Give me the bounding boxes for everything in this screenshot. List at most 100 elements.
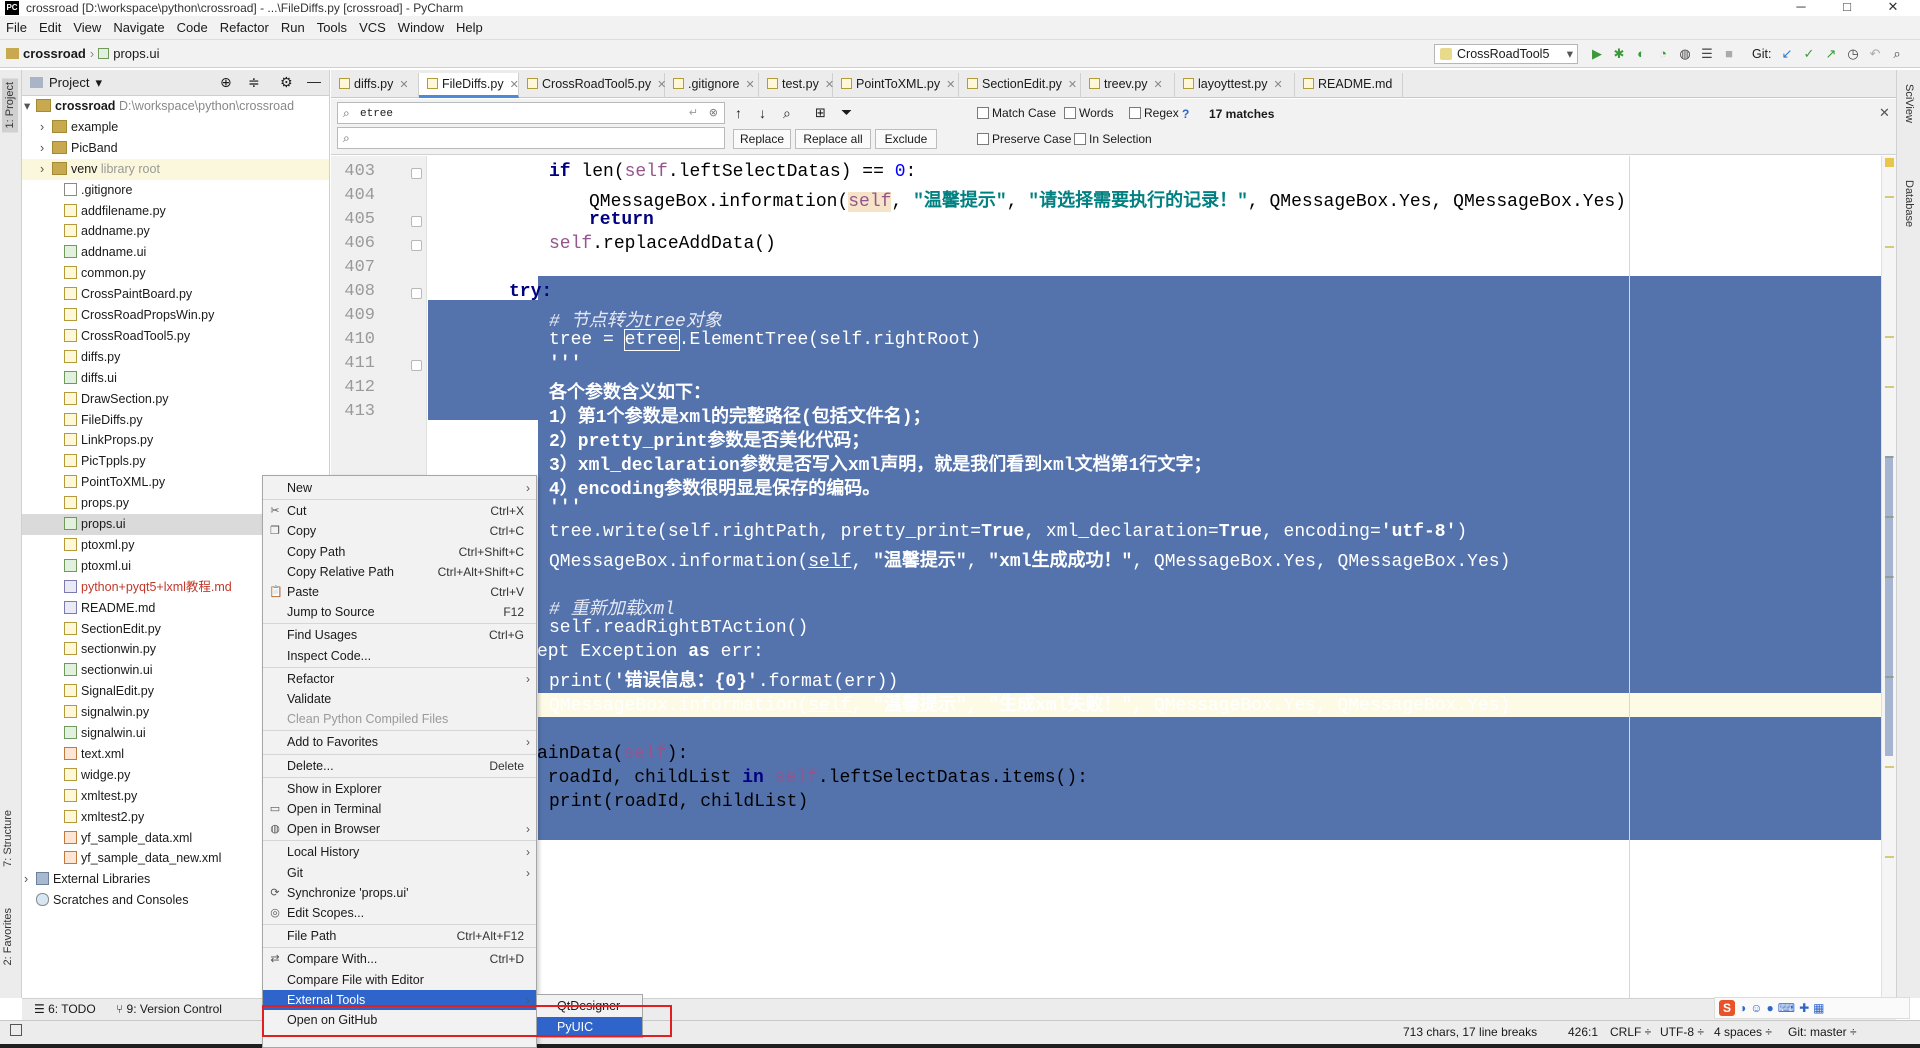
status-indent[interactable]: 4 spaces ÷ [1714,1025,1772,1039]
fold-marker[interactable] [411,360,422,371]
tree-item[interactable]: › example [22,117,329,138]
menu-item-new[interactable]: New › [263,478,536,498]
menu-view[interactable]: View [67,20,107,35]
tree-item[interactable]: › venv library root [22,158,329,180]
close-tab-icon[interactable]: ✕ [1154,79,1163,91]
chevron-down-icon[interactable]: ▾ [95,75,102,91]
exclude-button[interactable]: Exclude [875,129,937,149]
tab--gitignore[interactable]: .gitignore ✕ [665,73,759,98]
breadcrumb-project[interactable]: crossroad [23,46,86,61]
close-tab-icon[interactable]: ✕ [1273,79,1282,91]
preserve-case-checkbox[interactable]: Preserve Case [977,132,1071,146]
filter-icon[interactable]: ⏷ [841,104,852,121]
close-tab-icon[interactable]: ✕ [510,79,519,91]
menu-item-copy-path[interactable]: Copy Path Ctrl+Shift+C [263,542,536,562]
menu-tools[interactable]: Tools [311,20,353,35]
collapse-icon[interactable]: ≑ [248,74,260,91]
tool-tab-favorites[interactable]: 2: Favorites [2,908,14,965]
breadcrumb-file[interactable]: props.ui [113,46,159,61]
next-occurrence-icon[interactable]: ↓ [759,105,766,121]
git-push-icon[interactable]: ↗ [1820,46,1842,62]
chevron-right-icon[interactable]: › [40,138,52,159]
tab-diffs-py[interactable]: diffs.py ✕ [331,73,419,98]
menu-item-paste[interactable]: 📋 Paste Ctrl+V [263,582,536,602]
tree-item[interactable]: addfilename.py [22,201,329,222]
coverage-icon[interactable]: ◐ [1630,46,1652,62]
tree-item[interactable]: DrawSection.py [22,389,329,410]
tab-treev-py[interactable]: treev.py ✕ [1081,73,1175,98]
menu-window[interactable]: Window [392,20,450,35]
close-tab-icon[interactable]: ✕ [1068,79,1077,91]
project-view-selector[interactable]: Project [49,75,89,90]
menu-item-open-in-terminal[interactable]: ▭ Open in Terminal [263,799,536,819]
fold-marker[interactable] [411,216,422,227]
locate-icon[interactable]: ⊕ [220,74,232,91]
menu-item-copy-relative-path[interactable]: Copy Relative Path Ctrl+Alt+Shift+C [263,562,536,582]
tool-tab-version-control[interactable]: ⑂ 9: Version Control [116,1002,222,1016]
list-icon[interactable]: ☰ [1696,46,1718,62]
search-input[interactable]: ⌕ etree ↵ ⊗ [337,102,725,124]
close-button[interactable]: ✕ [1870,0,1916,16]
match-case-checkbox[interactable]: Match Case [977,106,1056,120]
tab-readme-md[interactable]: README.md [1295,73,1403,98]
close-find-icon[interactable]: ✕ [1879,105,1890,121]
tree-root-crossroad[interactable]: ▾ crossroad D:\workspace\python\crossroad [22,96,329,117]
menu-navigate[interactable]: Navigate [107,20,170,35]
tool-tab-sciview[interactable]: SciView [1903,84,1915,123]
menu-help[interactable]: Help [450,20,489,35]
chevron-right-icon[interactable]: › [24,869,36,890]
tab-pointtoxml-py[interactable]: PointToXML.py ✕ [833,73,959,98]
menu-item-jump-to-source[interactable]: Jump to Source F12 [263,602,536,622]
menu-run[interactable]: Run [275,20,311,35]
menu-item-cut[interactable]: ✂ Cut Ctrl+X [263,501,536,521]
tree-item[interactable]: LinkProps.py [22,430,329,451]
menu-item-local-history[interactable]: Local History › [263,842,536,862]
chevron-down-icon[interactable]: ▾ [24,96,36,117]
git-commit-icon[interactable]: ✓ [1798,46,1820,62]
find-all-icon[interactable]: ⌕ [783,105,791,122]
hide-icon[interactable]: — [307,73,321,89]
menu-refactor[interactable]: Refactor [214,20,275,35]
gear-icon[interactable]: ⚙ [280,74,293,91]
tool-tab-structure[interactable]: 7: Structure [2,810,14,867]
words-checkbox[interactable]: Words [1064,106,1113,120]
tab-crossroadtool5-py[interactable]: CrossRoadTool5.py ✕ [519,73,666,98]
tree-item[interactable]: › PicBand [22,138,329,159]
replace-all-button[interactable]: Replace all [795,129,871,149]
git-update-icon[interactable]: ↙ [1776,46,1798,62]
history-icon[interactable]: ◷ [1842,46,1864,62]
menu-item-git[interactable]: Git › [263,863,536,883]
debug-icon[interactable]: ✱ [1608,46,1630,62]
menu-item-edit-scopes[interactable]: ◎ Edit Scopes... [263,903,536,923]
layout-icon[interactable] [10,1024,22,1036]
tab-filediffs-py[interactable]: FileDiffs.py ✕ [419,73,519,98]
tree-item[interactable]: common.py [22,263,329,284]
menu-item-show-in-explorer[interactable]: Show in Explorer [263,779,536,799]
previous-occurrence-icon[interactable]: ↑ [735,105,742,121]
clear-search-icon[interactable]: ⊗ [709,103,718,123]
tool-tab-todo[interactable]: ☰ 6: TODO [34,1002,96,1016]
minimize-button[interactable]: ─ [1778,0,1824,16]
run-config-dropdown[interactable]: CrossRoadTool5 ▾ [1434,44,1578,64]
tree-item[interactable]: addname.py [22,221,329,242]
newline-icon[interactable]: ↵ [689,103,698,123]
rollback-icon[interactable]: ↶ [1864,46,1886,62]
close-tab-icon[interactable]: ✕ [399,79,408,91]
menu-item-compare-file-with-editor[interactable]: Compare File with Editor [263,970,536,990]
tree-item[interactable]: addname.ui [22,242,329,263]
tree-item[interactable]: CrossPaintBoard.py [22,284,329,305]
menu-item-validate[interactable]: Validate [263,689,536,709]
tree-item[interactable]: .gitignore [22,180,329,201]
close-tab-icon[interactable]: ✕ [745,79,754,91]
menu-file[interactable]: File [0,20,33,35]
chevron-right-icon[interactable]: › [40,117,52,138]
tree-item[interactable]: diffs.ui [22,368,329,389]
fold-marker[interactable] [411,240,422,251]
tool-tab-database[interactable]: Database [1903,180,1915,227]
menu-code[interactable]: Code [171,20,214,35]
in-selection-checkbox[interactable]: In Selection [1074,132,1152,146]
menu-item-open-in-browser[interactable]: ◍ Open in Browser › [263,819,536,839]
editor-scrollbar[interactable] [1881,156,1896,998]
tool-tab-project[interactable]: 1: Project [2,78,18,133]
menu-item-delete[interactable]: Delete... Delete [263,756,536,776]
